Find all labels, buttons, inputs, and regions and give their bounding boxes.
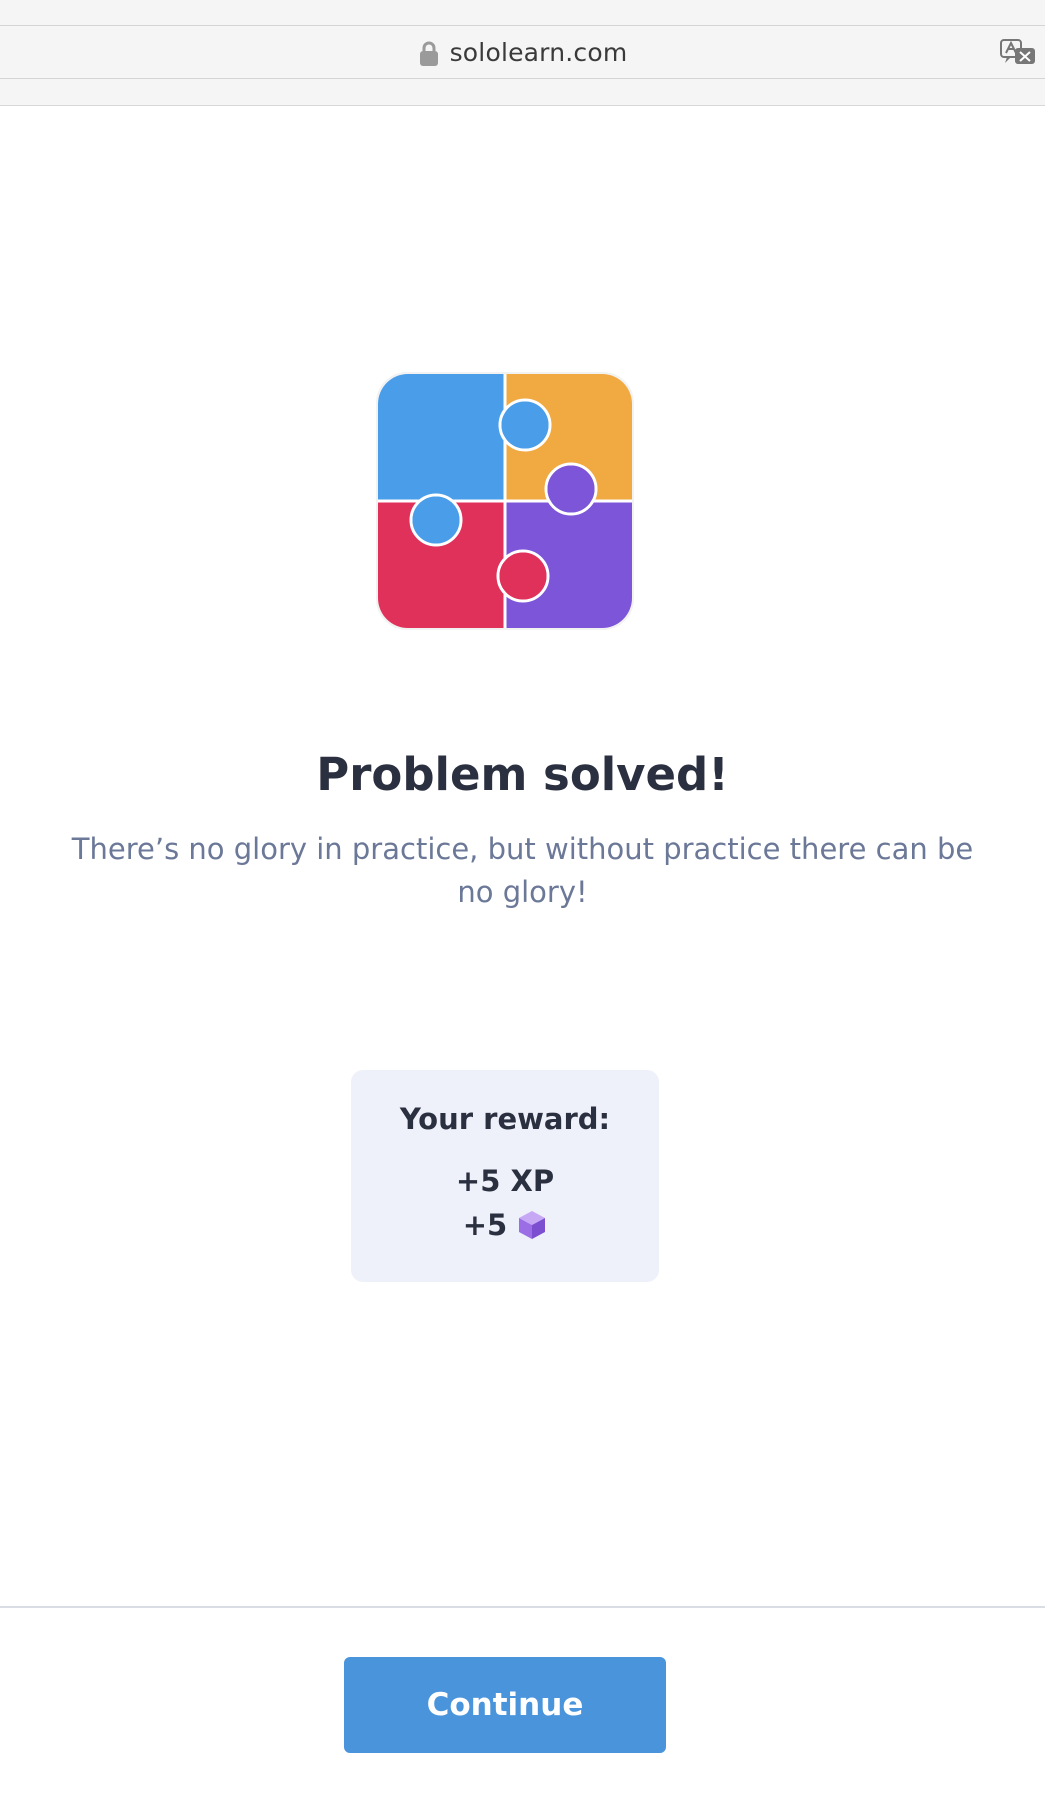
reward-bits: +5 xyxy=(351,1208,659,1242)
reward-label: Your reward: xyxy=(399,1102,611,1136)
bit-cube-icon xyxy=(519,1211,546,1239)
url-text: sololearn.com xyxy=(449,38,628,67)
reward-xp: +5 XP xyxy=(455,1164,555,1198)
motivation-text: There’s no glory in practice, but withou… xyxy=(71,832,974,909)
continue-button[interactable]: Continue xyxy=(344,1657,666,1753)
footer-divider xyxy=(0,1606,1045,1608)
chrome-divider-bottom xyxy=(0,78,1045,79)
chrome-divider-top xyxy=(0,25,1045,26)
page-title: Problem solved! xyxy=(316,748,729,801)
puzzle-icon xyxy=(375,371,635,631)
reward-bits-value: +5 xyxy=(462,1208,508,1242)
lock-icon xyxy=(419,41,438,66)
translate-icon[interactable] xyxy=(999,36,1037,68)
reward-card: Your reward: +5 XP +5 xyxy=(351,1070,659,1282)
browser-chrome: sololearn.com xyxy=(0,0,1045,106)
address-bar[interactable]: sololearn.com xyxy=(0,27,1045,78)
